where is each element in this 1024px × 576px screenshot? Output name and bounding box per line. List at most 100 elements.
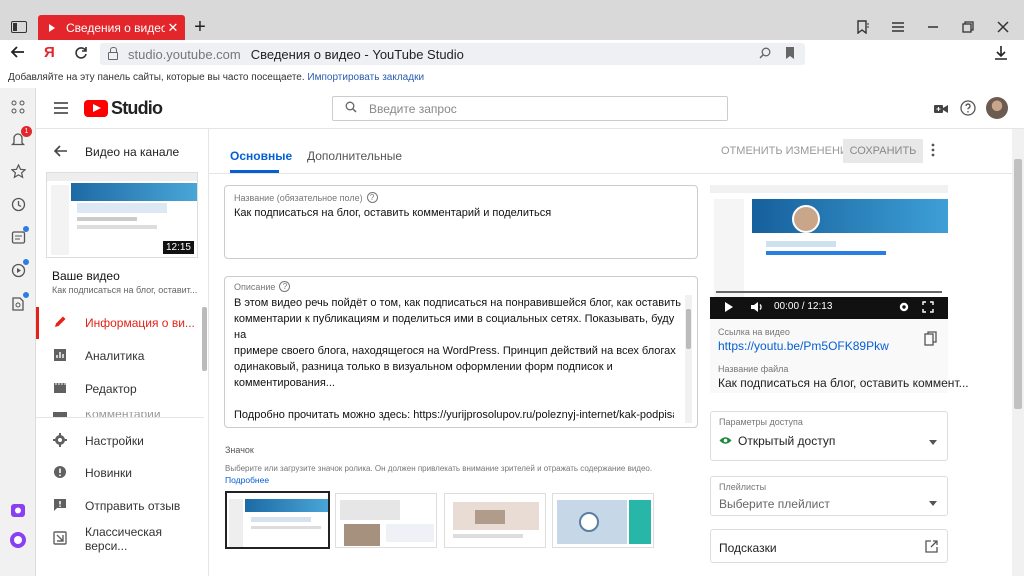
- more-options-icon[interactable]: [931, 143, 935, 160]
- tab-close-icon[interactable]: ✕: [165, 20, 181, 36]
- playlist-select[interactable]: Плейлисты Выберите плейлист: [710, 476, 948, 516]
- search-icon: [345, 101, 357, 116]
- import-bookmarks-link[interactable]: Импортировать закладки: [307, 72, 424, 83]
- thumbnail-option[interactable]: [225, 491, 330, 549]
- video-thumbnail[interactable]: 12:15: [46, 172, 198, 258]
- analytics-icon: [53, 348, 67, 365]
- playlist-value: Выберите плейлист: [719, 497, 830, 511]
- visibility-select[interactable]: Параметры доступа Открытый доступ: [710, 411, 948, 461]
- sidebar-item-details[interactable]: Информация о ви...: [36, 307, 204, 339]
- thumbnail-hint: Выберите или загрузите значок ролика. Он…: [225, 464, 653, 473]
- update-dot: [23, 259, 29, 265]
- video-play-icon[interactable]: [8, 259, 29, 280]
- open-external-icon[interactable]: [925, 540, 938, 556]
- restore-icon[interactable]: [955, 14, 981, 40]
- studio-search-input[interactable]: Введите запрос: [332, 96, 728, 121]
- pencil-icon: [53, 315, 67, 332]
- favorites-star-icon[interactable]: [8, 161, 28, 181]
- volume-icon[interactable]: [750, 301, 764, 316]
- save-button[interactable]: СОХРАНИТЬ: [843, 139, 923, 163]
- alice-chat-icon[interactable]: [8, 500, 28, 520]
- help-icon[interactable]: ?: [279, 281, 291, 292]
- browser-tab-strip: Сведения о видео - YouTube Studio ✕ +: [0, 0, 1024, 40]
- avatar[interactable]: [986, 97, 1008, 119]
- url-field[interactable]: studio.youtube.com Сведения о видео - Yo…: [100, 43, 805, 65]
- tab-title: Сведения о видео - YouTube Studio: [66, 20, 165, 35]
- url-page-title: Сведения о видео - YouTube Studio: [250, 46, 464, 62]
- alice-assistant-icon[interactable]: [8, 530, 28, 550]
- settings-gear-icon[interactable]: [898, 301, 910, 316]
- minimize-icon[interactable]: [920, 14, 946, 40]
- thumbnail-option[interactable]: [335, 493, 437, 548]
- desc-label-wrap: Описание ?: [234, 281, 291, 292]
- undo-changes-button[interactable]: ОТМЕНИТЬ ИЗМЕНЕНИЯ: [721, 145, 856, 157]
- desc-line: Подробно прочитать можно здесь: https://…: [234, 409, 674, 421]
- sidebar-item-classic[interactable]: Классическая верси...: [36, 523, 204, 555]
- nav-divider: [36, 417, 204, 418]
- tab-advanced[interactable]: Дополнительные: [307, 149, 402, 163]
- copy-icon[interactable]: [924, 331, 937, 349]
- film-icon: [53, 381, 67, 398]
- collections-icon[interactable]: [8, 292, 29, 313]
- update-dot: [23, 292, 29, 298]
- video-player[interactable]: 00:00 / 12:13: [710, 185, 948, 319]
- thumbnail-option[interactable]: [552, 493, 654, 548]
- dropdown-arrow-icon: [929, 434, 937, 448]
- sidebar-item-feedback[interactable]: Отправить отзыв: [36, 490, 204, 522]
- menu-icon[interactable]: [885, 14, 911, 40]
- back-label[interactable]: Видео на канале: [85, 145, 179, 159]
- sidebar-item-settings[interactable]: Настройки: [36, 425, 204, 457]
- help-icon[interactable]: ?: [366, 192, 378, 203]
- video-link[interactable]: https://youtu.be/Pm5OFK89Pkw: [718, 339, 889, 353]
- back-arrow-icon[interactable]: [10, 44, 30, 64]
- address-bar: Я studio.youtube.com Сведения о видео - …: [0, 40, 1024, 102]
- player-time: 00:00 / 12:13: [774, 301, 833, 312]
- sidebar-item-analytics[interactable]: Аналитика: [36, 340, 204, 372]
- sidebar-item-editor[interactable]: Редактор: [36, 373, 204, 405]
- desc-scrollbar-thumb[interactable]: [686, 309, 691, 349]
- notifications-bell-icon[interactable]: 1: [8, 126, 32, 149]
- bookmark-flag-icon[interactable]: [785, 46, 795, 62]
- thumbnail-option[interactable]: [444, 493, 546, 548]
- help-icon[interactable]: [960, 100, 976, 119]
- title-field[interactable]: Название (обязательное поле) ? Как подпи…: [224, 185, 698, 259]
- desc-line: примере своего блога, находящегося на Wo…: [234, 345, 676, 357]
- playlist-label: Плейлисты: [719, 482, 767, 492]
- fullscreen-icon[interactable]: [922, 301, 934, 316]
- nav-scrollbar-thumb[interactable]: [202, 307, 207, 371]
- new-tab-button[interactable]: +: [187, 14, 213, 40]
- zen-news-icon[interactable]: [8, 226, 29, 247]
- sidebar-item-comments[interactable]: Комментарии: [36, 404, 204, 417]
- create-video-icon[interactable]: [934, 103, 948, 117]
- reload-icon[interactable]: [74, 46, 88, 63]
- hamburger-menu-icon[interactable]: [54, 102, 68, 117]
- back-to-videos-icon[interactable]: [53, 145, 68, 160]
- left-nav: Видео на канале 12:15 Ваше видео Как под…: [36, 129, 209, 576]
- bookmarks-icon[interactable]: [850, 14, 876, 40]
- apps-grid-icon[interactable]: [8, 97, 28, 117]
- learn-more-link[interactable]: Подробнее: [225, 475, 269, 485]
- tabs-panel-icon[interactable]: [6, 14, 32, 40]
- page-scrollbar[interactable]: [1012, 129, 1024, 576]
- close-window-icon[interactable]: [990, 14, 1016, 40]
- desc-scrollbar[interactable]: [685, 295, 692, 423]
- tab-basic[interactable]: Основные: [230, 149, 292, 173]
- title-field-label: Название (обязательное поле): [234, 192, 363, 203]
- yandex-logo[interactable]: Я: [44, 44, 55, 61]
- active-tab[interactable]: Сведения о видео - YouTube Studio ✕: [38, 15, 185, 40]
- page-scrollbar-thumb[interactable]: [1014, 159, 1022, 409]
- access-value: Открытый доступ: [738, 434, 836, 448]
- play-icon[interactable]: [724, 301, 734, 316]
- thumbnail-label: Значок: [225, 445, 254, 455]
- bookmarks-hint: Добавляйте на эту панель сайты, которые …: [8, 72, 305, 83]
- cards-box[interactable]: Подсказки: [710, 529, 948, 563]
- description-field[interactable]: Описание ? В этом видео речь пойдёт о то…: [224, 276, 698, 428]
- search-icon[interactable]: [759, 47, 771, 62]
- access-label: Параметры доступа: [719, 417, 803, 427]
- sidebar-item-whats-new[interactable]: Новинки: [36, 457, 204, 489]
- file-name: Как подписаться на блог, оставить коммен…: [718, 376, 969, 390]
- tabs-divider: [209, 173, 1012, 174]
- history-clock-icon[interactable]: [8, 194, 28, 214]
- downloads-icon[interactable]: [994, 45, 1008, 64]
- studio-logo[interactable]: Studio: [84, 98, 163, 119]
